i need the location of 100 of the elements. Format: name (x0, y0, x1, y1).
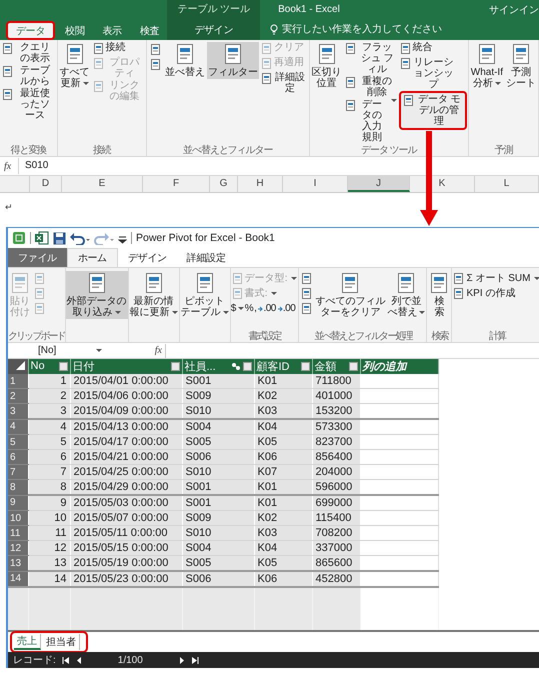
row-number[interactable]: 8 (8, 480, 28, 495)
table-cell[interactable]: S004 (182, 419, 254, 434)
row-number[interactable]: 7 (8, 464, 28, 480)
table-cell[interactable]: 823700 (312, 434, 360, 450)
table-cell[interactable]: K01 (254, 374, 312, 388)
filter-button[interactable] (300, 362, 310, 371)
table-cell[interactable]: 2015/04/21 0:00:00 (70, 450, 182, 464)
column-header[interactable]: J (348, 176, 410, 192)
column-header[interactable]: E (62, 176, 143, 192)
table-cell[interactable]: S009 (182, 510, 254, 526)
filter-button[interactable] (242, 362, 252, 371)
ribbon-tab[interactable]: 校閲 (57, 21, 93, 40)
table-cell[interactable]: 2015/05/03 0:00:00 (70, 495, 182, 510)
table-cell[interactable]: S006 (182, 450, 254, 464)
table-cell[interactable]: K02 (254, 388, 312, 404)
table-cell[interactable]: 10 (28, 510, 70, 526)
ribbon-button[interactable]: テーブルから (1, 65, 56, 87)
row-number[interactable]: 12 (8, 540, 28, 556)
table-cell[interactable]: K02 (254, 510, 312, 526)
ribbon-tab[interactable]: データ (6, 21, 56, 40)
table-cell[interactable]: 699000 (312, 495, 360, 510)
ribbon-button[interactable]: すべてのフィル ターをクリア (314, 271, 386, 319)
table-cell[interactable]: 711800 (312, 374, 360, 388)
ribbon-button[interactable]: KPI の作成 (452, 286, 539, 300)
table-cell[interactable]: 115400 (312, 510, 360, 526)
ribbon-button[interactable]: ピボット テーブル (180, 271, 230, 319)
filter-button[interactable] (58, 362, 68, 371)
table-cell[interactable]: 153200 (312, 404, 360, 419)
table-cell[interactable]: 596000 (312, 480, 360, 495)
first-record-icon[interactable] (62, 656, 70, 664)
sheet-tab[interactable]: 担当者 (43, 634, 80, 650)
column-header[interactable]: D (30, 176, 62, 192)
table-cell[interactable]: 2015/04/25 0:00:00 (70, 464, 182, 480)
table-cell[interactable]: 5 (28, 434, 70, 450)
filter-button[interactable] (170, 362, 180, 371)
undo-icon[interactable] (70, 232, 90, 244)
next-record-icon[interactable] (178, 656, 185, 664)
ribbon-button[interactable]: 区切り 位置 (310, 42, 343, 90)
format-button[interactable]: % (244, 303, 254, 314)
sign-in-link[interactable]: サインイン (489, 2, 539, 16)
ribbon-button[interactable]: 列で並 べ替え (386, 271, 426, 319)
row-number[interactable]: 3 (8, 404, 28, 419)
column-header[interactable]: 顧客ID (254, 359, 312, 374)
table-cell[interactable]: 3 (28, 404, 70, 419)
ribbon-tab[interactable]: 詳細設定 (176, 248, 236, 267)
row-number[interactable]: 9 (8, 495, 28, 510)
ribbon-button[interactable]: 接続 (92, 42, 145, 56)
table-cell[interactable]: 2 (28, 388, 70, 404)
table-cell[interactable]: 11 (28, 526, 70, 540)
ribbon-button[interactable]: リレーションシップ (398, 57, 456, 90)
table-cell[interactable]: K03 (254, 404, 312, 419)
table-cell[interactable]: 9 (28, 495, 70, 510)
table-cell[interactable]: 708200 (312, 526, 360, 540)
table-cell[interactable]: K01 (254, 480, 312, 495)
row-number[interactable]: 10 (8, 510, 28, 526)
ribbon-button[interactable]: フィルター (206, 42, 259, 79)
ribbon-button[interactable]: 並べ替え (164, 42, 206, 79)
table-cell[interactable]: K04 (254, 419, 312, 434)
column-header[interactable]: No (28, 359, 70, 374)
format-button[interactable]: .00 (257, 303, 276, 314)
table-cell[interactable]: 2015/05/11 0:00:00 (70, 526, 182, 540)
format-button[interactable]: , (254, 303, 256, 314)
ribbon-button[interactable]: 詳細設定 (260, 72, 308, 94)
sheet-tab[interactable]: 売上 (14, 634, 41, 650)
table-cell[interactable]: 573300 (312, 419, 360, 434)
table-cell[interactable]: 12 (28, 540, 70, 556)
table-cell[interactable]: 13 (28, 556, 70, 571)
column-header[interactable]: 金額 (312, 359, 360, 374)
table-cell[interactable]: K04 (254, 540, 312, 556)
ribbon-tab[interactable]: ホーム (66, 248, 118, 267)
table-cell[interactable]: 204000 (312, 464, 360, 480)
ribbon-button[interactable]: クエリの表示 (1, 42, 56, 64)
table-cell[interactable]: K03 (254, 526, 312, 540)
table-cell[interactable]: S004 (182, 540, 254, 556)
save-icon[interactable] (53, 232, 66, 244)
table-cell[interactable]: S010 (182, 526, 254, 540)
table-cell[interactable]: S009 (182, 388, 254, 404)
table-cell[interactable]: 337000 (312, 540, 360, 556)
row-number[interactable]: 11 (8, 526, 28, 540)
ribbon-button[interactable]: すべて 更新 (58, 42, 91, 90)
row-number[interactable]: 5 (8, 434, 28, 450)
row-number[interactable]: 13 (8, 556, 28, 571)
table-cell[interactable]: 1 (28, 374, 70, 388)
table-cell[interactable]: 2015/05/07 0:00:00 (70, 510, 182, 526)
table-cell[interactable]: S010 (182, 464, 254, 480)
table-cell[interactable]: 856400 (312, 450, 360, 464)
table-cell[interactable]: 865600 (312, 556, 360, 571)
table-cell[interactable]: 2015/04/09 0:00:00 (70, 404, 182, 419)
ribbon-button[interactable]: 統合 (398, 42, 456, 56)
ribbon-button[interactable]: What-If 分析 (470, 42, 504, 90)
column-header[interactable]: H (238, 176, 283, 192)
table-cell[interactable]: 2015/05/19 0:00:00 (70, 556, 182, 571)
name-box[interactable]: [No] (8, 345, 108, 356)
ribbon-button[interactable]: 重複の削除 (344, 76, 398, 98)
table-cell[interactable]: 6 (28, 450, 70, 464)
ribbon-tab[interactable]: 検査 (132, 21, 168, 40)
table-cell[interactable]: S010 (182, 404, 254, 419)
table-cell[interactable]: 401000 (312, 388, 360, 404)
column-header[interactable]: L (475, 176, 539, 192)
table-cell[interactable]: 4 (28, 419, 70, 434)
